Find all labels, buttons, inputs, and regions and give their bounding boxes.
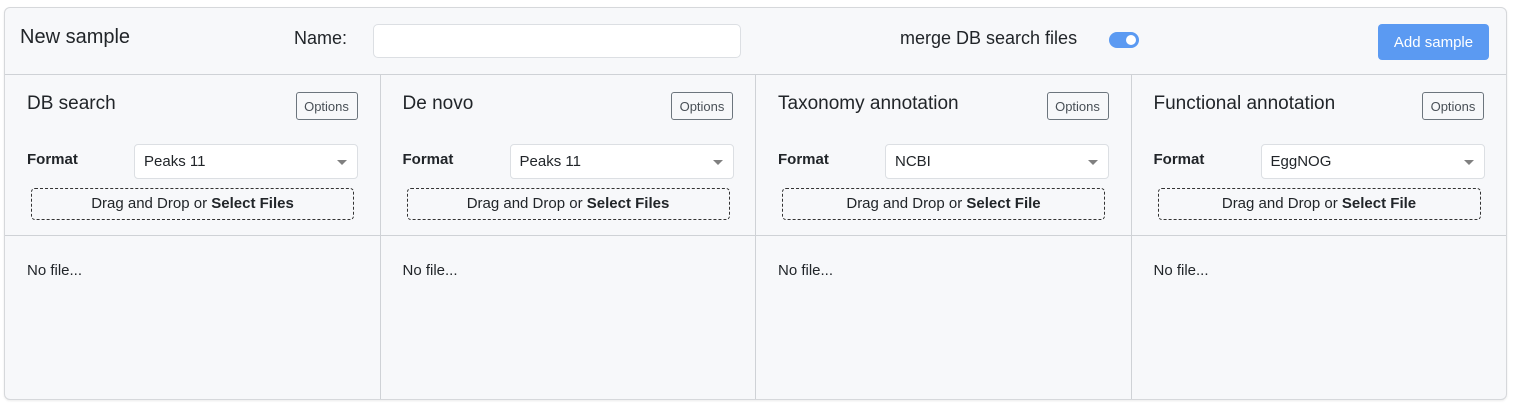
- column-functional-annotation: Functional annotation Options Format Egg…: [1131, 75, 1506, 399]
- merge-db-search-toggle[interactable]: [1109, 32, 1139, 48]
- chevron-down-icon: [1088, 160, 1098, 165]
- add-sample-button[interactable]: Add sample: [1378, 24, 1489, 60]
- format-select[interactable]: Peaks 11: [509, 144, 734, 179]
- column-title: DB search: [27, 93, 116, 114]
- drop-text: Drag and Drop or: [91, 195, 212, 212]
- merge-db-search-label: merge DB search files: [900, 28, 1078, 48]
- column-db-search: DB search Options Format Peaks 11 Drag a…: [5, 75, 381, 399]
- format-label: Format: [402, 151, 454, 168]
- sample-header: New sample Name: merge DB search files A…: [5, 8, 1506, 75]
- column-controls: DB search Options Format Peaks 11 Drag a…: [5, 75, 380, 236]
- options-button[interactable]: Options: [671, 92, 733, 120]
- select-files-link[interactable]: Select Files: [587, 195, 670, 212]
- select-file-link[interactable]: Select File: [966, 195, 1040, 212]
- file-drop-zone[interactable]: Drag and Drop or Select File: [782, 188, 1105, 220]
- drop-text: Drag and Drop or: [1221, 195, 1342, 212]
- file-drop-zone[interactable]: Drag and Drop or Select Files: [406, 188, 730, 220]
- format-label: Format: [1153, 151, 1205, 168]
- options-button[interactable]: Options: [1046, 92, 1109, 120]
- file-status: No file...: [1153, 262, 1209, 279]
- chevron-down-icon: [712, 160, 723, 165]
- drop-text: Drag and Drop or: [466, 195, 587, 212]
- format-select-value: Peaks 11: [144, 153, 206, 170]
- format-select-value: EggNOG: [1270, 153, 1332, 170]
- format-select-value: Peaks 11: [519, 153, 581, 170]
- format-select-value: NCBI: [895, 153, 931, 170]
- options-button[interactable]: Options: [295, 92, 358, 120]
- drop-text: Drag and Drop or: [846, 195, 967, 212]
- file-drop-zone[interactable]: Drag and Drop or Select Files: [31, 188, 354, 220]
- file-columns: DB search Options Format Peaks 11 Drag a…: [5, 75, 1506, 399]
- column-controls: Taxonomy annotation Options Format NCBI …: [756, 75, 1131, 236]
- format-select[interactable]: Peaks 11: [134, 144, 358, 179]
- column-taxonomy-annotation: Taxonomy annotation Options Format NCBI …: [756, 75, 1132, 399]
- column-title: Taxonomy annotation: [778, 93, 959, 114]
- format-select[interactable]: EggNOG: [1260, 144, 1485, 179]
- column-controls: De novo Options Format Peaks 11 Drag and…: [380, 75, 755, 236]
- format-label: Format: [778, 151, 829, 168]
- chevron-down-icon: [337, 160, 347, 165]
- file-status: No file...: [402, 262, 458, 279]
- name-label: Name:: [294, 28, 348, 48]
- chevron-down-icon: [1463, 160, 1474, 165]
- format-label: Format: [27, 151, 78, 168]
- column-title: De novo: [402, 93, 474, 114]
- options-button[interactable]: Options: [1422, 92, 1484, 120]
- file-status: No file...: [27, 262, 83, 279]
- file-drop-zone[interactable]: Drag and Drop or Select File: [1157, 188, 1481, 220]
- toggle-knob: [1126, 35, 1136, 45]
- format-select[interactable]: NCBI: [885, 144, 1109, 179]
- column-controls: Functional annotation Options Format Egg…: [1131, 75, 1506, 236]
- select-files-link[interactable]: Select Files: [211, 195, 294, 212]
- column-title: Functional annotation: [1153, 93, 1336, 114]
- column-de-novo: De novo Options Format Peaks 11 Drag and…: [380, 75, 756, 399]
- page-title: New sample: [20, 26, 131, 48]
- new-sample-card: New sample Name: merge DB search files A…: [4, 7, 1507, 400]
- name-input[interactable]: [373, 24, 741, 58]
- file-status: No file...: [778, 262, 834, 279]
- select-file-link[interactable]: Select File: [1342, 195, 1416, 212]
